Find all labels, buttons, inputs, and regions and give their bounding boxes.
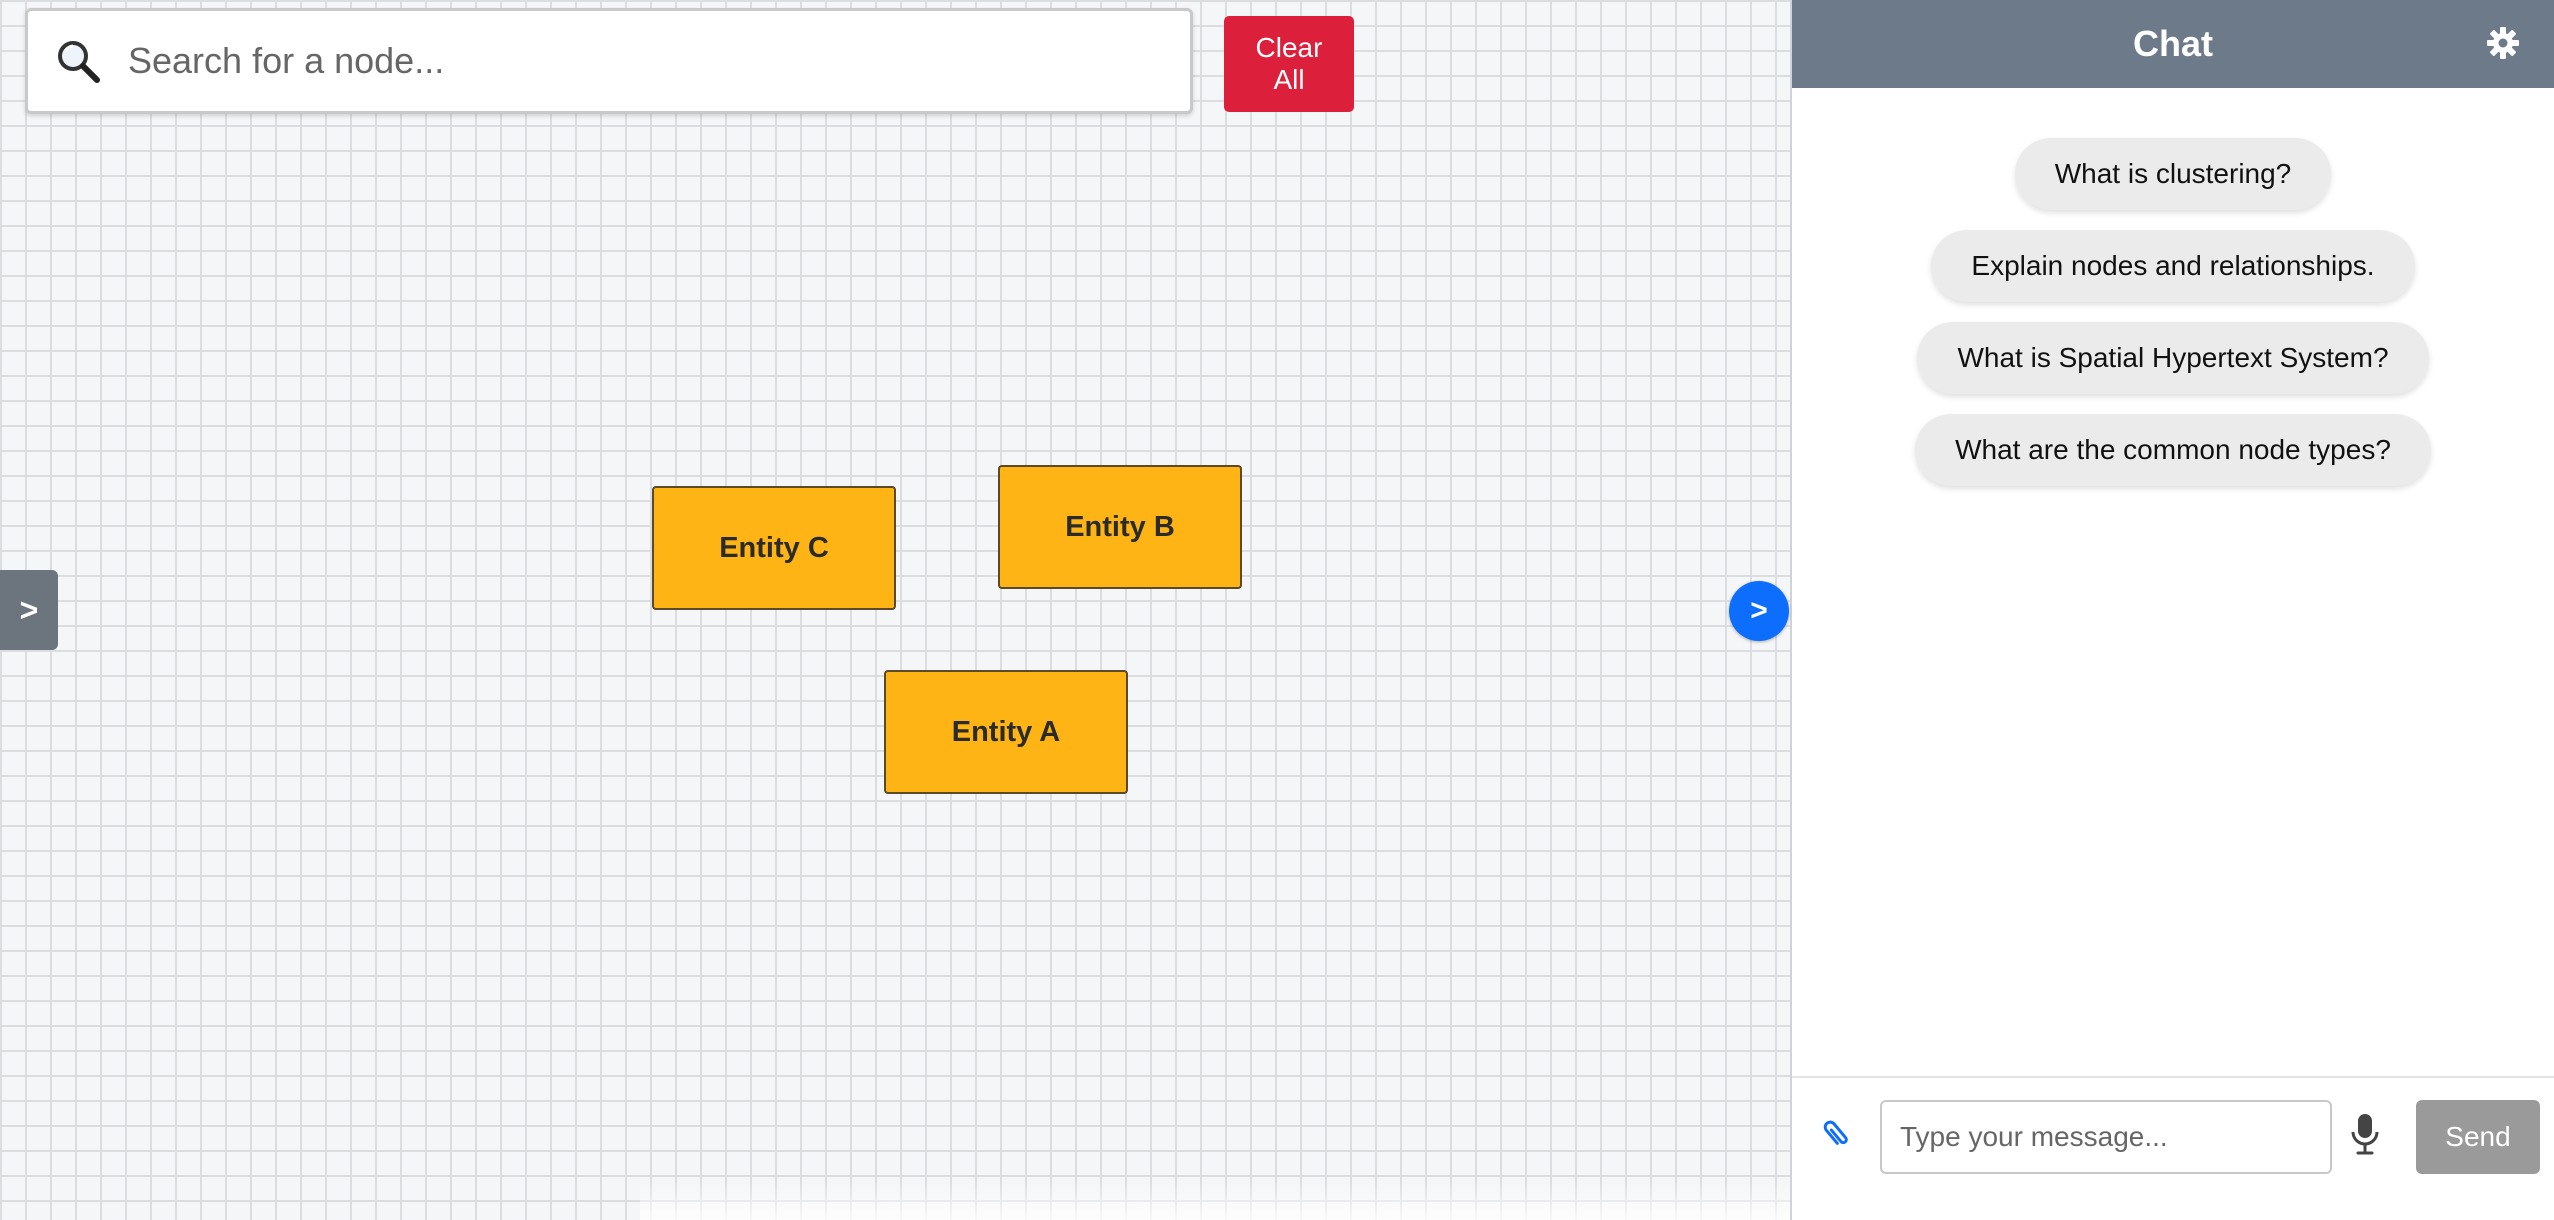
graph-canvas[interactable]: Clear All Entity C Entity B Entity A >: [0, 0, 1790, 1220]
app-root: Clear All Entity C Entity B Entity A > >…: [0, 0, 2554, 1220]
chat-panel-toggle-button[interactable]: >: [1729, 581, 1789, 641]
node-search-box: [25, 8, 1193, 114]
left-panel-toggle-button[interactable]: >: [0, 570, 58, 650]
node-search-input[interactable]: [128, 31, 1190, 91]
microphone-icon[interactable]: [2348, 1112, 2382, 1156]
send-button[interactable]: Send: [2416, 1100, 2540, 1174]
chat-title: Chat: [2133, 23, 2213, 64]
clear-all-button[interactable]: Clear All: [1224, 16, 1354, 112]
suggestion-list: What is clustering? Explain nodes and re…: [1792, 138, 2554, 486]
gear-icon[interactable]: [2486, 26, 2520, 60]
node-entity-a[interactable]: Entity A: [884, 670, 1128, 794]
node-entity-b[interactable]: Entity B: [998, 465, 1242, 589]
suggestion-chip[interactable]: What is clustering?: [2014, 138, 2332, 210]
chat-header: Chat: [1792, 0, 2554, 88]
node-entity-c[interactable]: Entity C: [652, 486, 896, 610]
suggestion-chip[interactable]: What is Spatial Hypertext System?: [1917, 322, 2429, 394]
suggestion-chip[interactable]: What are the common node types?: [1915, 414, 2431, 486]
suggestion-chip[interactable]: Explain nodes and relationships.: [1931, 230, 2415, 302]
chat-input-bar: Send: [1792, 1076, 2554, 1220]
message-input[interactable]: [1880, 1100, 2332, 1174]
magnifier-icon: [58, 41, 100, 83]
paperclip-icon[interactable]: [1818, 1116, 1854, 1152]
chat-panel: Chat What is clustering? Explain nodes a…: [1790, 0, 2554, 1220]
canvas-bottom-shade: [640, 1180, 1790, 1220]
